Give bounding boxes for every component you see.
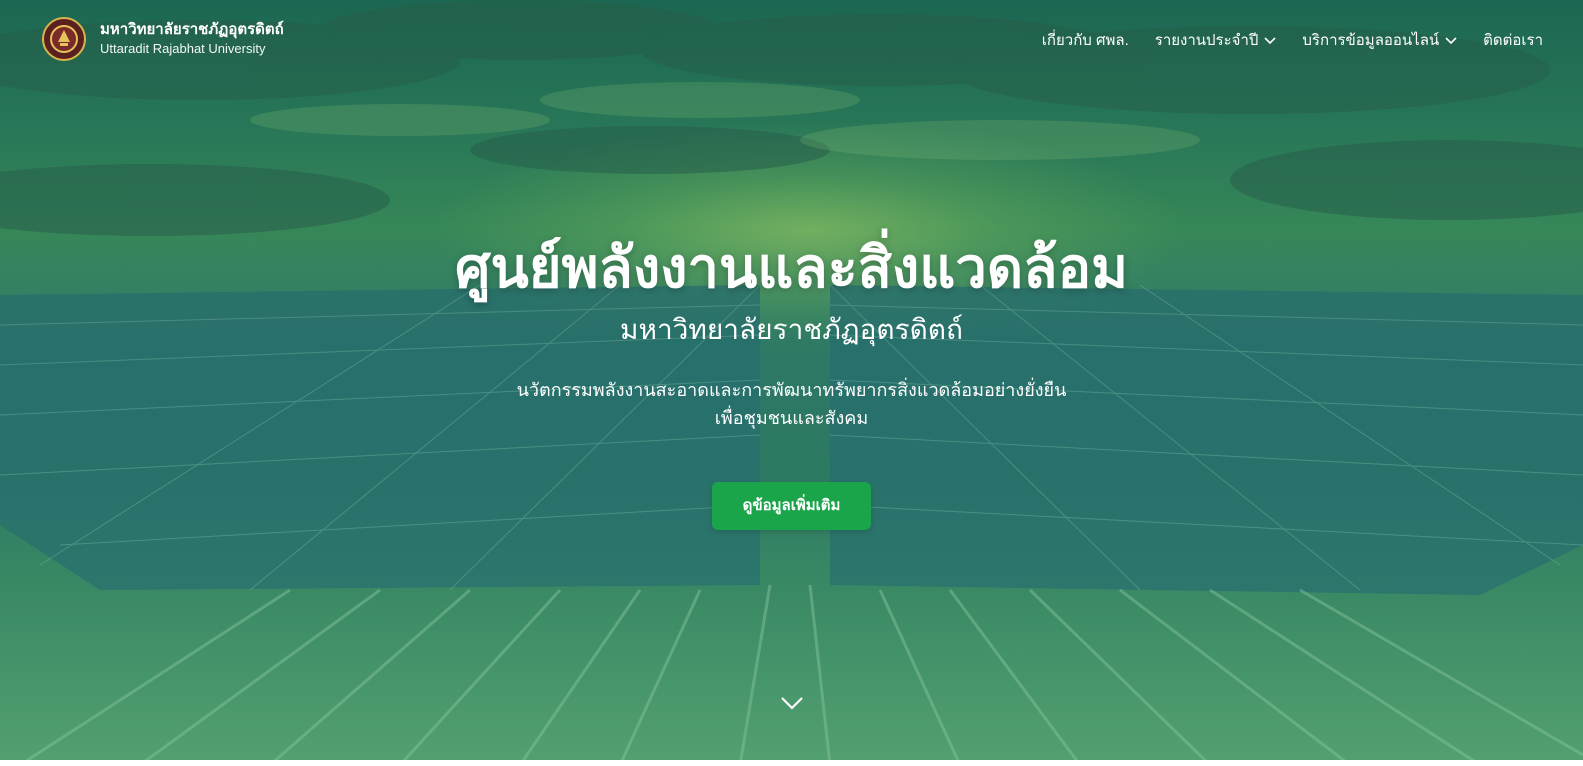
nav-item-contact[interactable]: ติดต่อเรา [1483,28,1543,52]
hero-description-line1: นวัตกรรมพลังงานสะอาดและการพัฒนาทรัพยากรส… [516,380,1067,400]
brand-name-thai: มหาวิทยาลัยราชภัฏอุตรดิตถ์ [100,21,284,38]
brand-link[interactable]: มหาวิทยาลัยราชภัฏอุตรดิตถ์ Uttaradit Raj… [42,17,284,61]
nav-item-label: บริการข้อมูลออนไลน์ [1302,32,1440,49]
nav-item-online-services[interactable]: บริการข้อมูลออนไลน์ [1302,28,1457,52]
site-header: มหาวิทยาลัยราชภัฏอุตรดิตถ์ Uttaradit Raj… [0,0,1583,80]
hero-section: มหาวิทยาลัยราชภัฏอุตรดิตถ์ Uttaradit Raj… [0,0,1583,760]
learn-more-button[interactable]: ดูข้อมูลเพิ่มเติม [711,482,872,530]
nav-item-label: ติดต่อเรา [1483,32,1543,49]
hero-subtitle: มหาวิทยาลัยราชภัฏอุตรดิตถ์ [620,314,963,345]
hero-description-line2: เพื่อชุมชนและสังคม [714,408,869,428]
nav-item-about[interactable]: เกี่ยวกับ ศพล. [1042,28,1129,52]
main-nav: เกี่ยวกับ ศพล. รายงานประจำปี บริการข้อมู… [1016,28,1543,52]
hero-description: นวัตกรรมพลังงานสะอาดและการพัฒนาทรัพยากรส… [0,376,1583,432]
hero-content: ศูนย์พลังงานและสิ่งแวดล้อม มหาวิทยาลัยรา… [0,230,1583,530]
university-seal-icon [42,17,86,61]
brand-text: มหาวิทยาลัยราชภัฏอุตรดิตถ์ Uttaradit Raj… [100,20,284,58]
chevron-down-icon [1264,32,1276,49]
hero-title: ศูนย์พลังงานและสิ่งแวดล้อม [454,236,1129,299]
chevron-down-icon [1445,32,1457,49]
nav-item-annual-report[interactable]: รายงานประจำปี [1155,28,1277,52]
scroll-down-button[interactable] [779,690,805,716]
nav-item-label: รายงานประจำปี [1154,32,1259,49]
nav-item-label: เกี่ยวกับ ศพล. [1041,32,1129,49]
chevron-down-icon [781,697,803,710]
brand-name-english: Uttaradit Rajabhat University [100,41,266,56]
